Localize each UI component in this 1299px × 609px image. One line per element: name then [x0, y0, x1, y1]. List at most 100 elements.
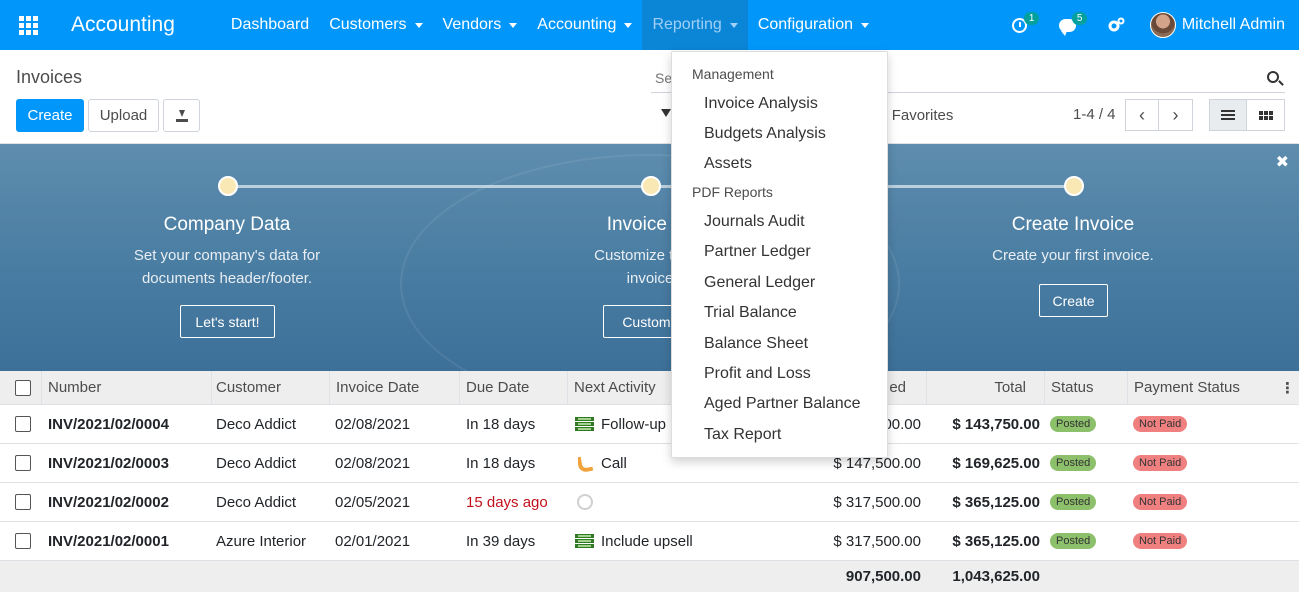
invoice-date: 02/01/2021: [335, 532, 411, 550]
column-payment-status[interactable]: Payment Status ⋮: [1128, 371, 1299, 404]
menu-invoice-analysis[interactable]: Invoice Analysis: [704, 95, 818, 113]
column-number[interactable]: Number: [42, 371, 212, 404]
favorites-toggle[interactable]: ▾ Favorites: [880, 106, 953, 124]
chevron-right-icon: ›: [1172, 104, 1179, 125]
menu-dashboard[interactable]: Dashboard: [221, 0, 319, 50]
due-date: In 18 days: [466, 454, 536, 472]
status-cell: Posted: [1050, 444, 1097, 482]
menu-trial-balance[interactable]: Trial Balance: [704, 304, 797, 322]
row-checkbox[interactable]: [15, 494, 31, 510]
step-dot: [218, 176, 238, 196]
table-header: Number Customer Invoice Date Due Date Ne…: [0, 371, 1299, 405]
step-dot: [1064, 176, 1084, 196]
status-cell: Posted: [1050, 405, 1097, 443]
row-select-cell: [15, 483, 31, 521]
debug-button[interactable]: [1092, 0, 1140, 50]
next-activity[interactable]: [577, 483, 593, 521]
app-brand[interactable]: Accounting: [71, 13, 175, 37]
invoice-table: Number Customer Invoice Date Due Date Ne…: [0, 371, 1299, 592]
app-menu-button[interactable]: [0, 0, 56, 50]
control-panel: Invoices Create Upload ▾ Favorites 1-4 /…: [0, 51, 1299, 144]
step-desc-line: Create your first invoice.: [992, 247, 1154, 264]
todo-icon: [575, 417, 594, 431]
table-footer: 907,500.00 1,043,625.00: [0, 561, 1299, 592]
step-title: Create Invoice: [1011, 214, 1135, 235]
select-all-cell: [0, 371, 42, 404]
user-menu[interactable]: Mitchell Admin: [1149, 12, 1299, 38]
menu-vendors[interactable]: Vendors: [433, 0, 528, 50]
row-checkbox[interactable]: [15, 533, 31, 549]
table-row[interactable]: INV/2021/02/0001 Azure Interior 02/01/20…: [0, 522, 1299, 561]
create-invoice-button[interactable]: Create: [1039, 284, 1108, 317]
column-options-icon[interactable]: ⋮: [1280, 379, 1295, 397]
column-customer[interactable]: Customer: [210, 371, 330, 404]
menu-budgets-analysis[interactable]: Budgets Analysis: [704, 125, 826, 143]
main-menu: Dashboard Customers Vendors Accounting R…: [221, 0, 879, 50]
next-activity[interactable]: Include upsell: [575, 522, 693, 560]
status-badge: Posted: [1050, 494, 1097, 510]
menu-accounting-label: Accounting: [537, 16, 617, 33]
list-view-button[interactable]: [1209, 99, 1247, 131]
systray: 1 5 Mitchell Admin: [996, 0, 1299, 50]
table-row[interactable]: INV/2021/02/0003 Deco Addict 02/08/2021 …: [0, 444, 1299, 483]
untaxed-amount: $ 317,500.00: [833, 493, 921, 511]
invoice-number: INV/2021/02/0004: [48, 415, 169, 433]
menu-profit-and-loss[interactable]: Profit and Loss: [704, 365, 811, 383]
menu-general-ledger[interactable]: General Ledger: [704, 274, 815, 292]
next-activity[interactable]: Call: [578, 444, 627, 482]
download-icon: [175, 109, 188, 122]
pager-next-button[interactable]: ›: [1159, 99, 1193, 131]
table-row[interactable]: INV/2021/02/0004 Deco Addict 02/08/2021 …: [0, 405, 1299, 444]
payment-badge: Not Paid: [1133, 416, 1188, 432]
caret-down-icon: [414, 22, 423, 28]
close-icon[interactable]: ✖: [1276, 152, 1289, 172]
menu-partner-ledger[interactable]: Partner Ledger: [704, 243, 811, 261]
caret-down-icon: [729, 22, 738, 28]
payment-cell: Not Paid: [1133, 444, 1188, 482]
invoice-number: INV/2021/02/0002: [48, 493, 169, 511]
row-select-cell: [15, 444, 31, 482]
pager-value[interactable]: 1-4 / 4: [1073, 106, 1116, 123]
menu-tax-report[interactable]: Tax Report: [704, 426, 781, 444]
menu-aged-partner-balance[interactable]: Aged Partner Balance: [704, 395, 861, 413]
menu-accounting[interactable]: Accounting: [527, 0, 642, 50]
payment-badge: Not Paid: [1133, 455, 1188, 471]
row-checkbox[interactable]: [15, 455, 31, 471]
invoice-customer: Deco Addict: [216, 493, 297, 511]
menu-vendors-label: Vendors: [442, 16, 502, 33]
menu-balance-sheet[interactable]: Balance Sheet: [704, 335, 808, 353]
search-icon[interactable]: [1267, 71, 1279, 83]
menu-assets[interactable]: Assets: [704, 155, 752, 173]
onboarding-banner: ✖ Company Data Set your company's data f…: [0, 144, 1299, 371]
filter-icon[interactable]: [661, 109, 671, 117]
kanban-view-button[interactable]: [1247, 99, 1285, 131]
lets-start-button[interactable]: Let's start!: [180, 305, 275, 338]
column-total[interactable]: Total: [927, 371, 1045, 404]
table-row[interactable]: INV/2021/02/0002 Deco Addict 02/05/2021 …: [0, 483, 1299, 522]
pager-previous-button[interactable]: ‹: [1125, 99, 1159, 131]
messaging-button[interactable]: 5: [1044, 0, 1092, 50]
dropdown-header-management: Management: [692, 66, 774, 82]
chevron-left-icon: ‹: [1139, 104, 1145, 125]
menu-dashboard-label: Dashboard: [230, 16, 310, 33]
column-status[interactable]: Status: [1045, 371, 1128, 404]
due-date: In 39 days: [466, 532, 536, 550]
payment-cell: Not Paid: [1133, 405, 1188, 443]
menu-reporting[interactable]: Reporting: [642, 0, 748, 50]
upload-button[interactable]: Upload: [88, 99, 159, 132]
untaxed-sum: 907,500.00: [845, 568, 921, 585]
menu-customers[interactable]: Customers: [319, 0, 432, 50]
create-button[interactable]: Create: [16, 99, 84, 132]
step-description: Set your company's data for documents he…: [97, 244, 357, 290]
step-title: Company Data: [163, 214, 291, 235]
menu-configuration[interactable]: Configuration: [748, 0, 879, 50]
next-activity[interactable]: Follow-up: [575, 405, 666, 443]
download-button[interactable]: [163, 99, 200, 132]
row-checkbox[interactable]: [15, 416, 31, 432]
activities-button[interactable]: 1: [996, 0, 1044, 50]
column-invoice-date[interactable]: Invoice Date: [330, 371, 460, 404]
select-all-checkbox[interactable]: [15, 379, 31, 396]
column-due-date[interactable]: Due Date: [460, 371, 568, 404]
menu-journals-audit[interactable]: Journals Audit: [704, 213, 805, 231]
total-amount: $ 169,625.00: [952, 454, 1040, 472]
